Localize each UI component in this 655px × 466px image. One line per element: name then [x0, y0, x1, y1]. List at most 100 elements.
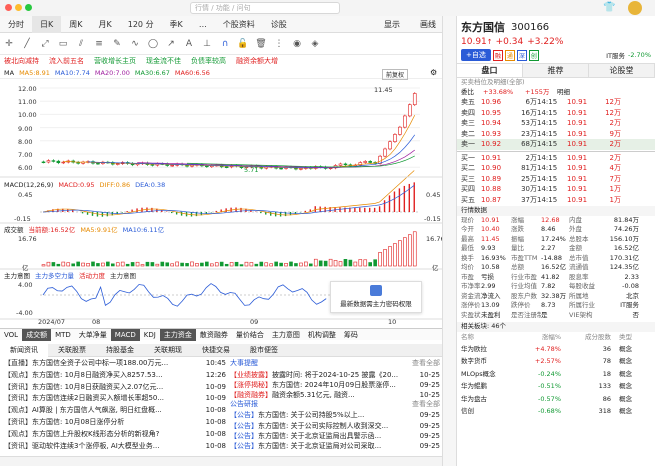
concept-row[interactable]: 华为欧拉 +4.78% 36 概念	[457, 343, 655, 356]
text-tool-icon[interactable]: A	[180, 33, 198, 55]
pen-tool-icon[interactable]: ✎	[108, 33, 126, 55]
period-tab[interactable]: 月K	[91, 16, 120, 33]
news-tab[interactable]: 关联期现	[144, 344, 192, 357]
settings-icon[interactable]: ⚙	[430, 68, 437, 77]
indicator-tab[interactable]: VOL	[0, 329, 22, 341]
indicator-tab[interactable]: 散资融券	[196, 329, 232, 341]
indicator-tab[interactable]: 机构调整	[304, 329, 340, 341]
display-menu[interactable]: 显示	[384, 16, 400, 33]
concept-row[interactable]: 华为鲲鹏 -0.51% 133 概念	[457, 380, 655, 393]
magnet-icon[interactable]: ∩	[216, 33, 234, 55]
news-item[interactable]: 【资讯】 东方国信: 10月8日获融资买入2.07亿元... 10-09	[4, 382, 226, 394]
more-vertical-icon[interactable]: ⋮	[270, 33, 288, 55]
ruler-icon[interactable]: ⊥	[198, 33, 216, 55]
stock-price-line: 10.91 ↑ +0.34 +3.22%	[461, 37, 564, 47]
draw-line-menu[interactable]: 画线	[420, 16, 436, 33]
period-tab[interactable]: …	[191, 16, 215, 33]
concept-row[interactable]: 华为盘古 -0.57% 86 概念	[457, 393, 655, 406]
indicator-tab[interactable]: 量价结合	[232, 329, 268, 341]
search-input[interactable]: 行情 / 功能 / 问句	[190, 2, 340, 14]
period-tab[interactable]: 诊股	[263, 16, 295, 33]
news-item[interactable]: 【直播】 东方国信全资子公司中标一项188.00万元... 10:45	[4, 358, 226, 370]
period-tab[interactable]: 季K	[162, 16, 191, 33]
rect-tool-icon[interactable]: ▭	[54, 33, 72, 55]
stock-tag[interactable]: 流入前五名	[49, 56, 84, 66]
concept-col[interactable]: 类型	[611, 332, 651, 343]
event-item[interactable]: 【公告】 东方国信: 关于北京证监局对公司采取... 09-25	[230, 441, 440, 451]
event-item[interactable]: 【公告】 东方国信: 关于公司持股5%以上... 09-25	[230, 410, 440, 420]
event-item[interactable]: 【公告】 东方国信: 关于北京证监局出具警示函... 09-25	[230, 431, 440, 441]
news-tab[interactable]: 快捷交易	[192, 344, 240, 357]
period-tab[interactable]: 120 分	[120, 16, 162, 33]
event-list: 大事提醒 查看全部 【业绩披露】 披露时间: 将于2024-10-25 披露《20..…	[230, 358, 440, 451]
indicator-tab[interactable]: MTD	[51, 329, 75, 341]
event-item[interactable]: 【涨停揭秘】 东方国信: 2024年10月09日股票涨停... 09-25	[230, 380, 440, 390]
lock-icon[interactable]: 🔓	[234, 33, 252, 55]
quote-label: 量比	[511, 244, 524, 252]
news-item[interactable]: 【观点】 东方国信: 10月8日融资净买入8257.53... 12:26	[4, 370, 226, 382]
news-tab[interactable]: 新闻资讯	[0, 343, 48, 357]
minimize-window-button[interactable]	[15, 4, 22, 11]
stock-tag[interactable]: 营收增长主页	[94, 56, 136, 66]
wave-tool-icon[interactable]: ∿	[126, 33, 144, 55]
volume-bar	[279, 262, 283, 267]
event-item[interactable]: 【业绩披露】 披露时间: 将于2024-10-25 披露《20... 10-25	[230, 370, 440, 380]
news-tab[interactable]: 关联股票	[48, 344, 96, 357]
legend-value: MACD:0.95	[58, 181, 95, 189]
close-window-button[interactable]	[5, 4, 12, 11]
indicator-tab[interactable]: 主力资金	[159, 328, 196, 341]
channel-tool-icon[interactable]: ⫽	[72, 33, 90, 55]
add-watchlist-button[interactable]: +自选	[461, 49, 491, 61]
news-item[interactable]: 【观点】 AI算股 | 东方国信人气飙涨, 明日红盘概... 10-08	[4, 405, 226, 417]
news-item[interactable]: 【资讯】 驱动软件连续3个涨停板, AI大模型业务... 10-08	[4, 441, 226, 453]
concept-row[interactable]: 信创 -0.68% 318 概念	[457, 405, 655, 418]
orderbook-tab[interactable]: 买卖档位及明细	[461, 78, 507, 88]
orderbook-filter[interactable]: (全部)	[507, 78, 525, 88]
news-tab[interactable]: 持股基金	[96, 344, 144, 357]
more-link[interactable]: 查看全部	[412, 358, 440, 370]
fib-tool-icon[interactable]: ≡	[90, 33, 108, 55]
period-tab[interactable]: 周K	[61, 16, 90, 33]
indicator-tab[interactable]: 大单净量	[75, 329, 111, 341]
avatar[interactable]	[628, 1, 642, 15]
quote-tab[interactable]: 推荐	[523, 64, 589, 77]
sector-name[interactable]: IT服务	[606, 50, 625, 60]
line-tool-icon[interactable]: ╱	[18, 33, 36, 55]
news-item[interactable]: 【观点】 东方国信上升股权K线形态分析的新视角? 10-08	[4, 429, 226, 441]
concept-col[interactable]: 成分股数	[561, 332, 611, 343]
arrow-tool-icon[interactable]: ↗	[162, 33, 180, 55]
stock-tag[interactable]: 融资余额大增	[236, 56, 278, 66]
quote-tab[interactable]: 论股堂	[589, 64, 655, 77]
news-tab[interactable]: 股市便签	[240, 344, 288, 357]
period-tab[interactable]: 日K	[32, 15, 62, 33]
indicator-tab[interactable]: 主力意图	[268, 329, 304, 341]
stock-tag[interactable]: 被北向减持	[4, 56, 39, 66]
indicator-tab[interactable]: 成交额	[22, 328, 52, 341]
concept-col[interactable]: 名称	[461, 332, 517, 343]
layers-icon[interactable]: ◈	[306, 33, 324, 55]
shirt-icon[interactable]: 👕	[603, 2, 615, 13]
trash-icon[interactable]: 🗑	[252, 33, 270, 55]
circle-tool-icon[interactable]: ◯	[144, 33, 162, 55]
ray-tool-icon[interactable]: ⤢	[36, 33, 54, 55]
indicator-tab[interactable]: KDJ	[140, 329, 160, 341]
eye-icon[interactable]: ◉	[288, 33, 306, 55]
stock-tag[interactable]: 现金流不佳	[146, 56, 181, 66]
stock-tag[interactable]: 负债率较高	[191, 56, 226, 66]
news-item[interactable]: 【资讯】 东方国信连续2日融资买入额增长率超50... 10-09	[4, 393, 226, 405]
indicator-tab[interactable]: MACD	[110, 328, 140, 341]
crosshair-icon[interactable]: ✛	[0, 33, 18, 55]
event-item[interactable]: 【公告】 东方国信: 关于公司实际控制人收到深交... 09-25	[230, 421, 440, 431]
concept-row[interactable]: 数字货币 +2.57% 78 概念	[457, 355, 655, 368]
news-item[interactable]: 【资讯】 东方国信: 10月08日涨停分析 10-08	[4, 417, 226, 429]
indicator-tab[interactable]: 筹码	[340, 329, 362, 341]
period-tab[interactable]: 个股资料	[215, 16, 263, 33]
quote-tab[interactable]: 盘口	[457, 64, 523, 77]
concept-col[interactable]: 涨幅%	[517, 332, 561, 343]
more-link[interactable]: 查看全部	[412, 400, 440, 410]
concept-row[interactable]: MLOps概念 -0.24% 18 概念	[457, 368, 655, 381]
permission-popup[interactable]: 最新数据需主力密码权限	[330, 281, 422, 313]
period-tab[interactable]: 分时	[0, 16, 32, 33]
event-item[interactable]: 【融资融券】 融资余额5.31亿元, 融资... 10-25	[230, 390, 440, 400]
maximize-window-button[interactable]	[25, 4, 32, 11]
